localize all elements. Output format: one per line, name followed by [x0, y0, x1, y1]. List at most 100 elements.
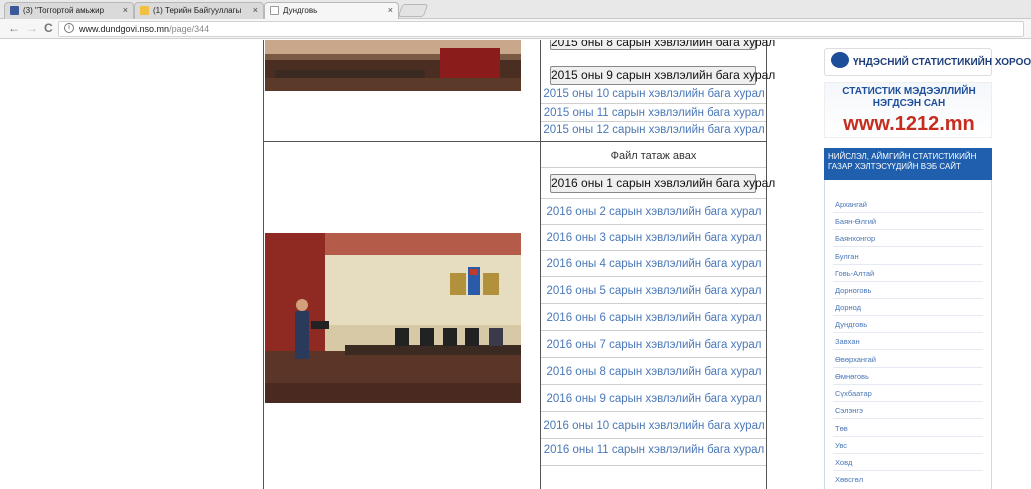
doc-link-2016-06[interactable]: 2016 оны 6 сарын хэвлэлийн бага хурал — [543, 312, 765, 324]
list-divider — [833, 401, 983, 402]
cell-divider — [541, 167, 766, 168]
aimag-link-sukhbaatar[interactable]: Сүхбаатар — [835, 389, 872, 398]
doc-link-2015-12[interactable]: 2015 оны 12 сарын хэвлэлийн бага хурал — [543, 124, 765, 136]
browser-tab-terii[interactable]: (1) Терийн Байгууллагы × — [134, 2, 264, 19]
address-bar[interactable]: i www.dundgovi.nso.mn/page/344 — [58, 21, 1024, 37]
list-divider — [833, 332, 983, 333]
tab-title: Дундговь — [283, 6, 318, 15]
doc-link-2016-11[interactable]: 2016 оны 11 сарын хэвлэлийн бага хурал — [543, 444, 765, 456]
aimag-link-bulgan[interactable]: Булган — [835, 252, 859, 261]
press-conference-photo-2016 — [265, 233, 521, 403]
aimag-link-dundgovi[interactable]: Дундговь — [835, 320, 867, 329]
banner-line-2: НЭГДСЭН САН — [872, 98, 946, 109]
aimag-link-dornod[interactable]: Дорнод — [835, 303, 861, 312]
url-path: /page/344 — [169, 24, 210, 34]
cell-divider — [541, 121, 766, 122]
doc-button-2015-08[interactable]: 2015 оны 8 сарын хэвлэлийн бага хурал — [550, 40, 775, 50]
doc-button-2015-09[interactable]: 2015 оны 9 сарын хэвлэлийн бага хурал — [550, 66, 775, 85]
aimag-link-umnugovi[interactable]: Өмнөговь — [835, 372, 869, 381]
cell-divider — [541, 303, 766, 304]
aimag-link-uvurkhangai[interactable]: Өвөрхангай — [835, 355, 876, 364]
table-row-divider — [263, 141, 767, 142]
aimag-link-khovd[interactable]: Ховд — [835, 458, 852, 467]
aimag-link-bayan-ulgii[interactable]: Баян-Өлгий — [835, 217, 876, 226]
doc-link-2016-05[interactable]: 2016 оны 5 сарын хэвлэлийн бага хурал — [543, 285, 765, 297]
back-arrow-icon[interactable]: ← — [8, 21, 20, 36]
forward-arrow-icon[interactable]: → — [26, 21, 38, 36]
websites-heading: НИЙСЛЭЛ, АЙМГИЙН СТАТИСТИКИЙН ГАЗАР ХЭЛТ… — [824, 148, 992, 180]
list-divider — [833, 298, 983, 299]
aimag-link-khuvsgul[interactable]: Хөвсгөл — [835, 475, 863, 484]
facebook-icon — [10, 6, 19, 15]
aimag-link-zavkhan[interactable]: Завхан — [835, 337, 860, 346]
browser-tab-dundgovi[interactable]: Дундговь × — [264, 2, 399, 19]
doc-link-2016-10[interactable]: 2016 оны 10 сарын хэвлэлийн бага хурал — [543, 420, 765, 432]
browser-tab-facebook[interactable]: (3) "Тоггортой амьжир × — [4, 2, 134, 19]
photo-image — [265, 40, 521, 91]
info-icon[interactable]: i — [64, 23, 74, 33]
browser-tab-bar: (3) "Тоггортой амьжир × (1) Терийн Байгу… — [0, 0, 1031, 19]
cell-divider — [541, 465, 766, 466]
reload-icon[interactable]: C — [44, 21, 53, 36]
list-divider — [833, 436, 983, 437]
doc-link-2016-08[interactable]: 2016 оны 8 сарын хэвлэлийн бага хурал — [543, 366, 765, 378]
doc-link-2015-10[interactable]: 2015 оны 10 сарын хэвлэлийн бага хурал — [543, 88, 765, 100]
doc-link-2016-09[interactable]: 2016 оны 9 сарын хэвлэлийн бага хурал — [543, 393, 765, 405]
aimag-link-selenge[interactable]: Сэлэнгэ — [835, 406, 863, 415]
aimag-link-govi-altai[interactable]: Говь-Алтай — [835, 269, 874, 278]
press-conference-photo-2015 — [265, 40, 521, 91]
list-divider — [833, 349, 983, 350]
doc-link-2015-11[interactable]: 2015 оны 11 сарын хэвлэлийн бага хурал — [543, 107, 765, 119]
list-divider — [833, 470, 983, 471]
cell-divider — [541, 224, 766, 225]
table-border-left — [263, 40, 264, 489]
doc-link-2016-04[interactable]: 2016 оны 4 сарын хэвлэлийн бага хурал — [543, 258, 765, 270]
doc-link-2016-03[interactable]: 2016 оны 3 сарын хэвлэлийн бага хурал — [543, 232, 765, 244]
tab-close-icon[interactable]: × — [388, 3, 393, 18]
tab-title: (3) "Тоггортой амьжир — [23, 6, 105, 15]
tab-close-icon[interactable]: × — [123, 3, 128, 18]
nso-emblem-icon — [831, 52, 849, 68]
list-divider — [833, 281, 983, 282]
banner-url: www.1212.mn — [843, 113, 975, 135]
cell-divider — [541, 357, 766, 358]
tab-close-icon[interactable]: × — [253, 3, 258, 18]
list-divider — [833, 315, 983, 316]
table-divider — [540, 40, 541, 489]
doc-link-2016-07[interactable]: 2016 оны 7 сарын хэвлэлийн бага хурал — [543, 339, 765, 351]
cell-divider — [541, 198, 766, 199]
list-divider — [833, 367, 983, 368]
cell-divider — [541, 438, 766, 439]
browser-toolbar: ← → C i www.dundgovi.nso.mn/page/344 — [0, 19, 1031, 39]
statistics-database-banner[interactable]: СТАТИСТИК МЭДЭЭЛЛИЙН НЭГДСЭН САН www.121… — [824, 82, 992, 138]
list-divider — [833, 418, 983, 419]
banner-line-1: СТАТИСТИК МЭДЭЭЛЛИЙН — [842, 86, 976, 97]
cell-divider — [541, 103, 766, 104]
table-border-right — [766, 40, 767, 489]
list-divider — [833, 453, 983, 454]
doc-link-2016-02[interactable]: 2016 оны 2 сарын хэвлэлийн бага хурал — [543, 206, 765, 218]
page-icon — [270, 6, 279, 15]
list-divider — [833, 384, 983, 385]
tab-title: (1) Терийн Байгууллагы — [153, 6, 242, 15]
aimag-link-dornogovi[interactable]: Дорноговь — [835, 286, 871, 295]
aimag-link-tuv[interactable]: Төв — [835, 424, 848, 433]
aimag-link-arkhangai[interactable]: Архангай — [835, 200, 867, 209]
url-host: www.dundgovi.nso.mn — [79, 24, 170, 34]
cell-divider — [541, 276, 766, 277]
aimag-link-uvs[interactable]: Увс — [835, 441, 847, 450]
aimag-website-list: Архангай Баян-Өлгий Баянхонгор Булган Го… — [824, 180, 992, 489]
cell-divider — [541, 250, 766, 251]
doc-button-2016-01[interactable]: 2016 оны 1 сарын хэвлэлийн бага хурал — [550, 174, 775, 193]
cell-divider — [541, 330, 766, 331]
cell-divider — [541, 384, 766, 385]
aimag-link-bayankhongor[interactable]: Баянхонгор — [835, 234, 875, 243]
cell-divider — [541, 411, 766, 412]
list-divider — [833, 246, 983, 247]
file-download-label: Файл татаж авах — [610, 150, 697, 162]
nso-logo-link[interactable]: ҮНДЭСНИЙ СТАТИСТИКИЙН ХОРОО — [824, 48, 1031, 76]
new-tab-button[interactable] — [397, 4, 429, 17]
list-divider — [833, 264, 983, 265]
photo-image — [265, 233, 521, 403]
nso-logo-text: ҮНДЭСНИЙ СТАТИСТИКИЙН ХОРОО — [853, 57, 1031, 68]
